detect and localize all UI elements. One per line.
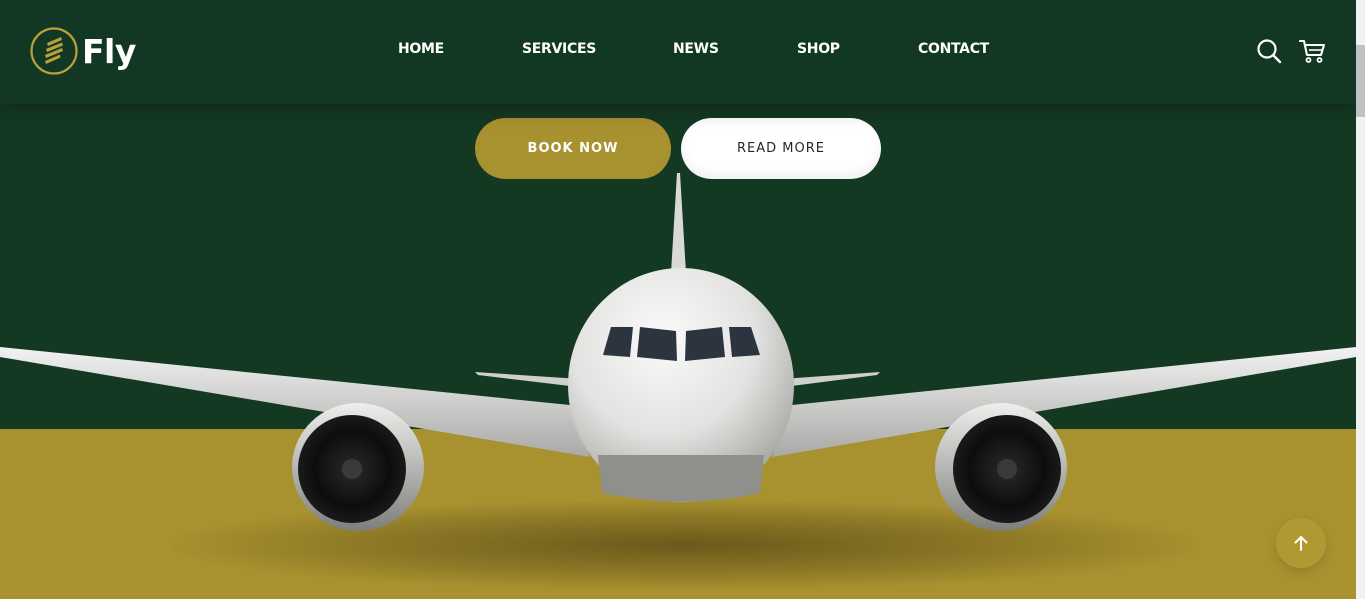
nav-item-contact[interactable]: CONTACT bbox=[918, 41, 989, 57]
main-nav: HOME SERVICES NEWS SHOP CONTACT bbox=[0, 41, 1356, 61]
cart-button[interactable] bbox=[1297, 36, 1327, 66]
scrollbar-thumb[interactable] bbox=[1356, 45, 1365, 117]
airplane-image bbox=[0, 173, 1356, 531]
arrow-up-icon bbox=[1294, 536, 1308, 551]
nav-item-home[interactable]: HOME bbox=[398, 41, 444, 57]
nav-item-news[interactable]: NEWS bbox=[673, 41, 719, 57]
back-to-top-button[interactable] bbox=[1276, 518, 1326, 568]
search-icon bbox=[1257, 39, 1282, 64]
book-now-button[interactable]: BOOK NOW bbox=[475, 118, 671, 179]
page-scrollbar[interactable] bbox=[1356, 0, 1365, 599]
page: Fly HOME SERVICES NEWS SHOP CONTACT BOOK… bbox=[0, 0, 1365, 599]
nav-item-shop[interactable]: SHOP bbox=[797, 41, 840, 57]
nav-item-services[interactable]: SERVICES bbox=[522, 41, 596, 57]
read-more-button[interactable]: READ MORE bbox=[681, 118, 881, 179]
cart-icon bbox=[1298, 39, 1326, 63]
search-button[interactable] bbox=[1254, 36, 1284, 66]
site-header: Fly HOME SERVICES NEWS SHOP CONTACT bbox=[0, 0, 1356, 104]
